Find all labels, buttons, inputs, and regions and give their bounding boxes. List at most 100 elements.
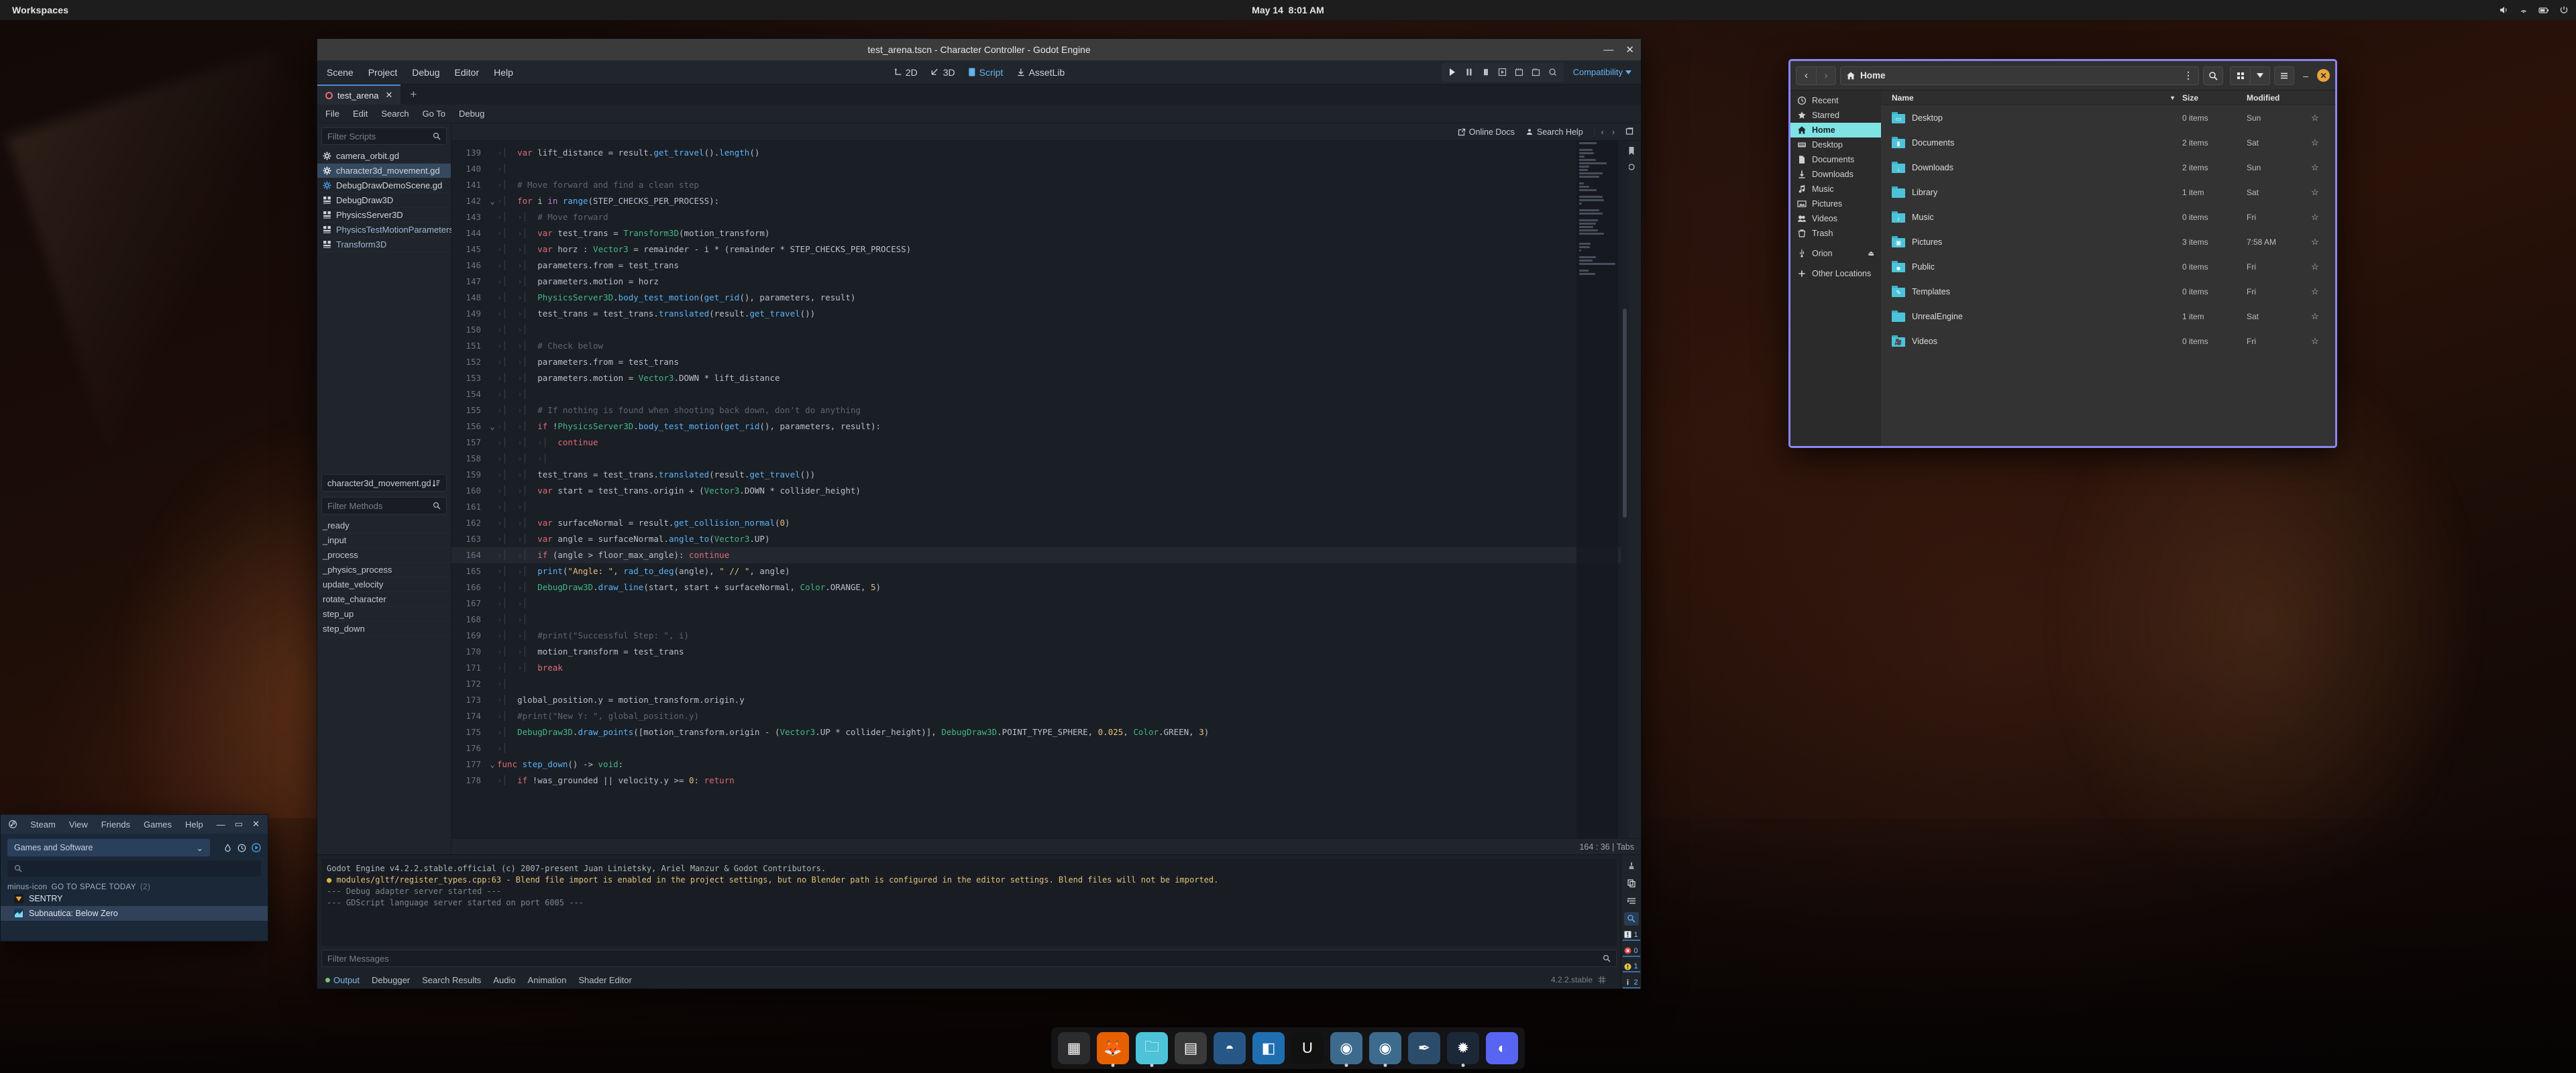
file-star-button[interactable]: ☆ [2311, 336, 2335, 347]
library-filter-dropdown[interactable]: Games and Software ⌄ [7, 839, 210, 856]
method-item[interactable]: step_down [317, 622, 451, 636]
menu-debug[interactable]: Debug [412, 67, 439, 78]
clock-icon[interactable] [237, 844, 246, 852]
column-modified[interactable]: Modified [2247, 93, 2311, 103]
godot-titlebar[interactable]: test_arena.tscn - Character Controller -… [317, 39, 1641, 60]
file-star-button[interactable]: ☆ [2311, 162, 2335, 173]
file-row[interactable]: ▭ Desktop 0 items Sun ☆ [1881, 105, 2335, 130]
script-tab-test_arena[interactable]: test_arena ✕ [317, 84, 401, 105]
sidebar-item-starred[interactable]: Starred [1790, 108, 1881, 123]
sidebar-item-videos[interactable]: Videos [1790, 211, 1881, 226]
caret-position[interactable]: 164 : 36 | Tabs [1579, 842, 1634, 852]
steam-menu-friends[interactable]: Friends [101, 820, 130, 830]
code-minimap[interactable] [1576, 141, 1618, 838]
counter-info[interactable]: 2 [1622, 977, 1640, 989]
droplet-icon[interactable] [223, 843, 232, 852]
steam-menu-steam[interactable]: Steam [30, 820, 56, 830]
taskbar-item-unreal[interactable]: U [1291, 1032, 1324, 1064]
code-text[interactable]: 139 ›│ var lift_distance = result.get_tra… [451, 141, 1621, 838]
taskbar-item-godot-1[interactable]: ◉ [1330, 1032, 1362, 1067]
add-tab-button[interactable]: + [400, 84, 426, 105]
script-list-item[interactable]: DebugDrawDemoScene.gd [317, 178, 451, 193]
file-row[interactable]: Library 1 item Sat ☆ [1881, 180, 2335, 205]
stop-icon[interactable] [1479, 65, 1493, 80]
file-row[interactable]: UnrealEngine 1 item Sat ☆ [1881, 304, 2335, 329]
search-help-button[interactable]: Search Help [1525, 127, 1583, 137]
steam-category-header[interactable]: minus-icon GO TO SPACE TODAY (2) [1, 883, 268, 891]
column-name[interactable]: Name ▼ [1881, 93, 2182, 103]
sidebar-item-trash[interactable]: Trash [1790, 226, 1881, 241]
method-item[interactable]: _process [317, 548, 451, 563]
godot-minimize-button[interactable]: — [1603, 45, 1613, 55]
steam-menu-help[interactable]: Help [185, 820, 203, 830]
script-menu-edit[interactable]: Edit [353, 109, 368, 119]
menu-project[interactable]: Project [368, 67, 398, 78]
file-star-button[interactable]: ☆ [2311, 237, 2335, 247]
mode-assetlib-button[interactable]: AssetLib [1016, 67, 1065, 78]
taskbar-item-files[interactable]: 🗀 [1136, 1032, 1168, 1067]
taskbar-item-terminal[interactable]: ▤ [1175, 1032, 1207, 1064]
script-menu-search[interactable]: Search [381, 109, 409, 119]
output-log[interactable]: Godot Engine v4.2.2.stable.official (c) … [321, 859, 1617, 946]
menu-scene[interactable]: Scene [327, 67, 354, 78]
search-button[interactable] [2203, 66, 2223, 85]
script-menu-debug[interactable]: Debug [459, 109, 484, 119]
current-script-name[interactable]: character3d_movement.gd [321, 474, 447, 492]
script-list-item-selected[interactable]: character3d_movement.gd [317, 164, 451, 178]
filter-methods-input[interactable]: Filter Methods [321, 497, 447, 514]
script-list-item[interactable]: PhysicsServer3D [317, 208, 451, 223]
steam-game-item[interactable]: SENTRY [1, 891, 268, 906]
clear-output-icon[interactable] [1624, 859, 1639, 872]
taskbar-item-blender[interactable]: ◓ [1214, 1032, 1246, 1064]
file-star-button[interactable]: ☆ [2311, 212, 2335, 223]
copy-output-icon[interactable] [1624, 877, 1639, 889]
file-star-button[interactable]: ☆ [2311, 286, 2335, 297]
network-icon[interactable] [2518, 5, 2529, 15]
path-bar[interactable]: Home ⋮ [1840, 66, 2199, 85]
script-list-item[interactable]: camera_orbit.gd [317, 149, 451, 164]
sidebar-item-other-locations[interactable]: Other Locations [1790, 266, 1881, 281]
filter-messages-input[interactable]: Filter Messages [321, 950, 1617, 967]
dock-tab-animation[interactable]: Animation [528, 975, 567, 985]
clock[interactable]: May 14 8:01 AM [1252, 5, 1324, 15]
sidebar-item-recent[interactable]: Recent [1790, 93, 1881, 108]
sidebar-item-music[interactable]: Music [1790, 182, 1881, 196]
script-tab-close-icon[interactable]: ✕ [385, 90, 392, 101]
file-star-button[interactable]: ☆ [2311, 262, 2335, 272]
file-row[interactable]: ✎ Templates 0 items Fri ☆ [1881, 279, 2335, 304]
code-view[interactable]: 139 ›│ var lift_distance = result.get_tra… [451, 141, 1641, 838]
taskbar-item-vscode[interactable]: ◧ [1252, 1032, 1285, 1064]
file-row[interactable]: 🎥 Videos 0 items Fri ☆ [1881, 329, 2335, 353]
files-minimize-button[interactable]: – [2298, 70, 2313, 81]
taskbar-item-app-grid[interactable]: ▦ [1058, 1032, 1090, 1064]
dock-tab-search-results[interactable]: Search Results [422, 975, 481, 985]
file-row[interactable]: ▮ Documents 2 items Sat ☆ [1881, 130, 2335, 155]
play-circle-icon[interactable] [252, 843, 261, 852]
menu-editor[interactable]: Editor [455, 67, 480, 78]
eject-icon[interactable]: ⏏ [1868, 250, 1874, 258]
online-docs-button[interactable]: Online Docs [1458, 127, 1515, 137]
steam-window[interactable]: Steam View Friends Games Help — ▭ ✕ Game… [0, 814, 268, 942]
renderer-selector[interactable]: Compatibility [1573, 67, 1631, 77]
script-list-item[interactable]: Transform3D [317, 237, 451, 252]
search-output-icon[interactable] [1623, 912, 1639, 925]
files-close-button[interactable]: ✕ [2317, 69, 2330, 82]
script-menu-goto[interactable]: Go To [423, 109, 445, 119]
file-star-button[interactable]: ☆ [2311, 137, 2335, 148]
counter-warning-box[interactable]: 1 [1622, 930, 1640, 942]
file-star-button[interactable]: ☆ [2311, 113, 2335, 123]
file-row[interactable]: ▣ Pictures 3 items 7:58 AM ☆ [1881, 229, 2335, 254]
counter-errors[interactable]: 0 [1622, 946, 1640, 957]
menu-help[interactable]: Help [494, 67, 513, 78]
mode-2d-button[interactable]: 2D [894, 67, 918, 78]
steam-minimize-button[interactable]: — [217, 820, 225, 830]
power-icon[interactable] [2559, 5, 2569, 15]
code-scrollbar-thumb[interactable] [1623, 308, 1627, 518]
script-menu-file[interactable]: File [325, 109, 339, 119]
file-row[interactable]: ☻ Public 0 items Fri ☆ [1881, 254, 2335, 279]
method-item[interactable]: step_up [317, 607, 451, 622]
method-item[interactable]: update_velocity [317, 577, 451, 592]
file-star-button[interactable]: ☆ [2311, 311, 2335, 322]
collapse-output-icon[interactable] [1624, 895, 1639, 907]
steam-maximize-button[interactable]: ▭ [235, 819, 243, 830]
